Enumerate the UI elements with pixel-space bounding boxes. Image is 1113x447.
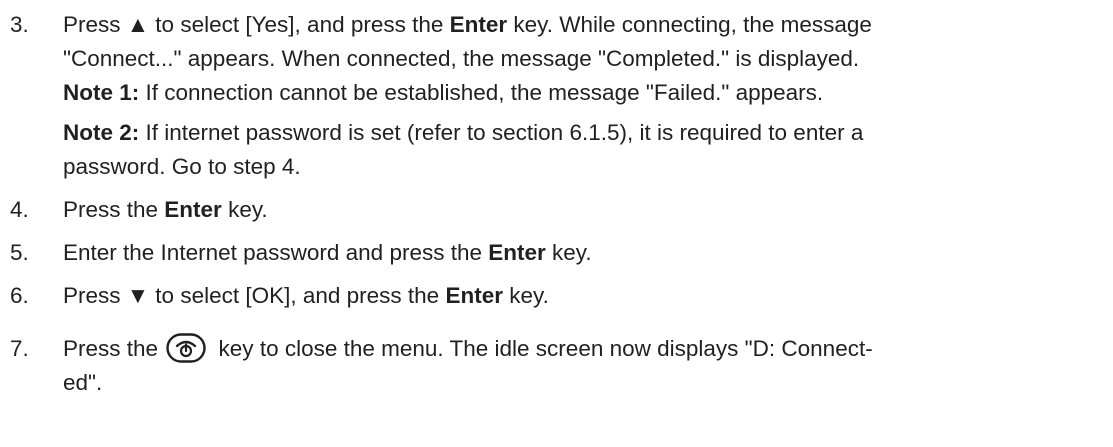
step-text: Press the key to close the menu. The idl… <box>63 332 1103 400</box>
note-label: Note 2: <box>63 120 140 145</box>
step-number: 7. <box>10 336 29 361</box>
step-3-line-2: "Connect..." appears. When connected, th… <box>63 46 860 71</box>
step-number: 6. <box>10 283 29 308</box>
step-number: 4. <box>10 197 29 222</box>
instruction-document: 3. Press ▲ to select [Yes], and press th… <box>0 0 1113 447</box>
note-1: Note 1: If connection cannot be establis… <box>63 76 1103 110</box>
up-arrow-icon: ▲ <box>126 12 150 37</box>
step-3-line-1: Press ▲ to select [Yes], and press the E… <box>63 12 872 37</box>
step-number: 3. <box>10 12 29 37</box>
enter-key-label: Enter <box>445 283 503 308</box>
step-text: Press the Enter key. <box>63 197 268 222</box>
step-text: Press ▼ to select [OK], and press the En… <box>63 283 549 308</box>
note-text: If connection cannot be established, the… <box>139 80 824 105</box>
note-2: Note 2: If internet password is set (ref… <box>63 116 1103 184</box>
note-label: Note 1: <box>63 80 140 105</box>
enter-key-label: Enter <box>449 12 508 37</box>
enter-key-label: Enter <box>164 197 222 222</box>
enter-key-label: Enter <box>488 240 546 265</box>
down-arrow-icon: ▼ <box>126 283 150 308</box>
step-number: 5. <box>10 240 29 265</box>
step-text: Press ▲ to select [Yes], and press the E… <box>63 8 1103 76</box>
note-text-continued: password. Go to step 4. <box>63 154 301 179</box>
note-text: If internet password is set (refer to se… <box>139 120 864 145</box>
step-text: Enter the Internet password and press th… <box>63 240 592 265</box>
power-end-key-icon <box>166 333 206 363</box>
